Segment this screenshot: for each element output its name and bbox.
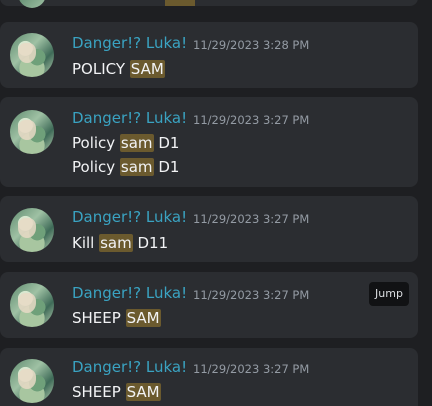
search-result-card-partial[interactable] xyxy=(0,0,418,8)
message-content-line: Policy sam D1 xyxy=(72,131,179,155)
avatar-image[interactable] xyxy=(10,283,54,327)
search-highlight: sam xyxy=(99,234,133,252)
message-content: SHEEP SAM xyxy=(72,306,161,330)
message-timestamp: 11/29/2023 3:28 PM xyxy=(193,38,310,52)
jump-button[interactable]: Jump xyxy=(369,282,409,306)
search-highlight: SAM xyxy=(125,309,161,327)
avatar-image[interactable] xyxy=(10,110,54,154)
message-timestamp: 11/29/2023 3:27 PM xyxy=(193,288,310,302)
message-content-line: Policy sam D1 xyxy=(72,155,179,179)
search-result-card[interactable]: Danger!? Luka! 11/29/2023 3:27 PM SHEEP … xyxy=(0,348,418,406)
search-results-list: Danger!? Luka! 11/29/2023 3:28 PM POLICY… xyxy=(0,0,432,406)
message-text: SHEEP xyxy=(72,309,126,327)
search-result-card[interactable]: Danger!? Luka! 11/29/2023 3:28 PM POLICY… xyxy=(0,22,418,88)
search-highlight: SAM xyxy=(125,383,161,401)
message-timestamp: 11/29/2023 3:27 PM xyxy=(193,212,310,226)
search-highlight: sam xyxy=(119,158,154,176)
message-text: Kill xyxy=(72,234,100,252)
message-author[interactable]: Danger!? Luka! xyxy=(72,284,187,302)
search-result-card[interactable]: Danger!? Luka! 11/29/2023 3:27 PM Kill s… xyxy=(0,196,418,262)
avatar-image[interactable] xyxy=(10,359,54,403)
message-author[interactable]: Danger!? Luka! xyxy=(72,208,187,226)
avatar-image[interactable] xyxy=(10,33,54,77)
message-text: D1 xyxy=(153,134,180,152)
message-text: SHEEP xyxy=(72,383,126,401)
search-result-card[interactable]: Danger!? Luka! 11/29/2023 3:27 PM SHEEP … xyxy=(0,272,418,338)
message-timestamp: 11/29/2023 3:27 PM xyxy=(193,362,310,376)
message-timestamp: 11/29/2023 3:27 PM xyxy=(193,113,310,127)
highlight-mark xyxy=(165,0,195,6)
search-result-card[interactable]: Danger!? Luka! 11/29/2023 3:27 PM Policy… xyxy=(0,97,418,187)
message-content: Kill sam D11 xyxy=(72,231,168,255)
message-content: POLICY SAM xyxy=(72,57,165,81)
message-text: D1 xyxy=(153,158,180,176)
avatar-image[interactable] xyxy=(18,0,46,8)
message-content: SHEEP SAM xyxy=(72,380,161,404)
message-author[interactable]: Danger!? Luka! xyxy=(72,34,187,52)
message-text: Policy xyxy=(72,158,120,176)
avatar-image[interactable] xyxy=(10,208,54,252)
search-highlight: sam xyxy=(119,134,154,152)
message-author[interactable]: Danger!? Luka! xyxy=(72,109,187,127)
message-author[interactable]: Danger!? Luka! xyxy=(72,358,187,376)
message-text: POLICY xyxy=(72,60,130,78)
search-highlight: SAM xyxy=(129,60,165,78)
message-text: Policy xyxy=(72,134,120,152)
message-text: D11 xyxy=(132,234,169,252)
